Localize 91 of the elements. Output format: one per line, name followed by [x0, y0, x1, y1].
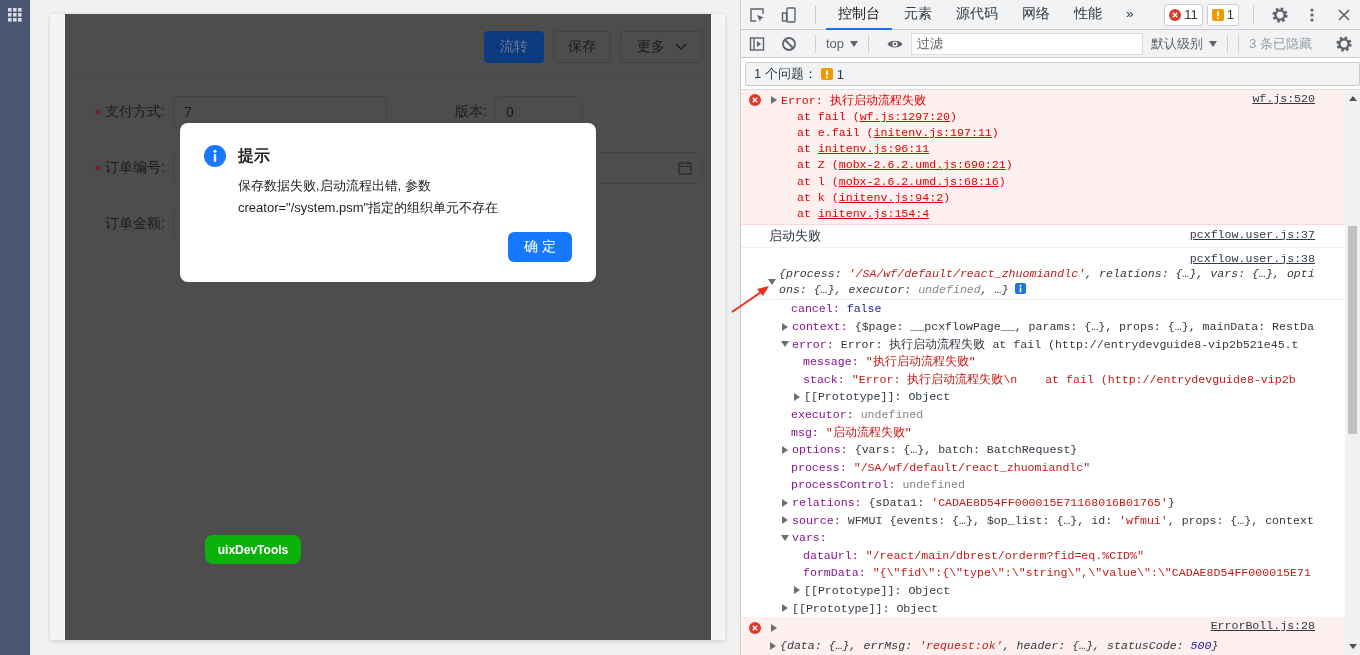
source-link[interactable]: mobx-2.6.2.umd.js:690:21: [838, 158, 1006, 172]
object-property: [[Prototype]]: Object: [804, 390, 951, 404]
object-property: stack: "Error: 执行启动流程失败\n at fail (http://entrydevguide8-vip2b: [803, 371, 1296, 387]
stack-trace-line: at fail (wf.js:1297:20): [797, 109, 958, 123]
object-property: dataUrl: "/react/main/dbrest/orderm?fid=eq.%CID%": [803, 548, 1144, 562]
disclosure-triangle-icon[interactable]: [782, 516, 788, 525]
stack-trace-line: at initenv.js:96:11: [797, 142, 930, 156]
disclosure-triangle-icon[interactable]: [770, 641, 776, 650]
object-property: options: {vars: {…}, batch: BatchRequest}: [792, 443, 1078, 457]
devtools-tab[interactable]: 性能: [1062, 0, 1114, 30]
object-preview: {process: '/SA/wf/default/react_zhuomiandlc', relations: {…}, vars: {…}, options: {…}, executor: undefined, …}: [779, 266, 1315, 299]
stack-trace-line: at k (initenv.js:94:2): [797, 190, 951, 204]
disclosure-triangle-icon[interactable]: [771, 96, 777, 105]
object-property: message: "执行启动流程失败": [803, 354, 976, 370]
ok-button[interactable]: 确 定: [508, 232, 572, 262]
app-grid-icon[interactable]: [8, 8, 22, 22]
error-message: Error: 执行启动流程失败: [781, 92, 926, 108]
more-tabs-button[interactable]: »: [1114, 0, 1146, 30]
object-property: msg: "启动流程失败": [791, 424, 912, 440]
dialog-title: 提示: [238, 145, 270, 166]
object-property: context: {$page: __pcxflowPage__, params: {…}, props: {…}, mainData: RestDa: [792, 320, 1314, 334]
scroll-up-icon: [1348, 96, 1357, 101]
source-link[interactable]: initenv.js:154:4: [817, 206, 930, 220]
context-selector[interactable]: top: [826, 36, 859, 51]
source-link[interactable]: initenv.js:94:2: [838, 190, 944, 204]
log-level-selector[interactable]: 默认级别: [1151, 34, 1218, 53]
source-link[interactable]: mobx-2.6.2.umd.js:68:16: [838, 174, 999, 188]
source-link[interactable]: ErrorBoll.js:28: [1210, 618, 1315, 632]
scroll-down-icon: [1348, 644, 1357, 649]
disclosure-triangle-icon[interactable]: [794, 392, 800, 401]
disclosure-triangle-icon[interactable]: [781, 341, 789, 348]
source-link[interactable]: wf.js:1297:20: [859, 109, 951, 123]
warning-icon: [820, 68, 833, 80]
dialog-message: creator="/system.psm"指定的组织单元不存在: [238, 199, 500, 217]
console-settings-icon[interactable]: [1336, 35, 1352, 52]
calendar-icon: [678, 161, 692, 175]
source-link[interactable]: initenv.js:197:11: [873, 125, 992, 139]
hidden-messages-count: 3 条已隐藏: [1249, 34, 1312, 53]
device-toolbar-icon[interactable]: [781, 6, 797, 23]
stack-trace-line: at e.fail (initenv.js:197:11): [797, 125, 999, 139]
disclosure-triangle-icon[interactable]: [782, 498, 788, 507]
error-icon: [749, 621, 761, 634]
object-property: source: WFMUI {events: {…}, $op_list: {…}, id: 'wfmui', props: {…}, context: [792, 513, 1314, 527]
object-property: [[Prototype]]: Object: [792, 601, 939, 615]
source-link[interactable]: pcxflow.user.js:38: [1189, 251, 1315, 265]
warning-icon: [1211, 8, 1224, 21]
object-preview: {data: {…}, errMsg: 'request:ok', header: {…}, statusCode: 500}: [780, 639, 1219, 653]
object-property: formData: "{\"fid\":{\"type\":\"string\",\"value\":\"CADAE8D54FF000015E71: [803, 566, 1311, 580]
annotation-arrow: [731, 284, 771, 314]
issues-button[interactable]: 1 个问题： 1: [745, 62, 1360, 86]
object-property: [[Prototype]]: Object: [804, 584, 951, 597]
settings-icon[interactable]: [1272, 6, 1288, 23]
object-property: executor: undefined: [791, 408, 924, 422]
object-property: vars:: [792, 531, 827, 545]
close-icon[interactable]: [1336, 6, 1352, 23]
clear-console-icon[interactable]: [781, 35, 797, 52]
filter-field[interactable]: 过滤: [911, 32, 1144, 55]
object-property: relations: {sData1: 'CADAE8D54FF000015E71168016B01765'}: [792, 496, 1175, 509]
object-property: process: "/SA/wf/default/react_zhuomiandlc": [791, 460, 1091, 474]
stack-trace-line: at Z (mobx-2.6.2.umd.js:690:21): [797, 158, 1013, 172]
source-link[interactable]: wf.js:520: [1252, 92, 1315, 105]
disclosure-triangle-icon[interactable]: [794, 586, 800, 595]
object-property: processControl: undefined: [791, 478, 965, 492]
object-property: cancel: false: [791, 302, 882, 316]
sidebar-toggle-icon[interactable]: [749, 35, 765, 52]
object-property: error: Error: 执行启动流程失败 at fail (http://entrydevguide8-vip2b521e45.t: [792, 336, 1299, 352]
source-link[interactable]: initenv.js:96:11: [817, 142, 930, 156]
info-icon: [204, 145, 226, 167]
chevron-down-icon: [675, 43, 687, 51]
error-icon: [749, 94, 761, 107]
error-icon: [1169, 8, 1182, 21]
warning-count-button[interactable]: 1: [1206, 3, 1239, 26]
disclosure-triangle-icon[interactable]: [782, 445, 788, 454]
dropdown-caret-icon: [1209, 40, 1218, 47]
stack-trace-line: at l (mobx-2.6.2.umd.js:68:16): [797, 174, 1006, 188]
devtools-tab[interactable]: 网络: [1010, 0, 1062, 30]
scrollbar-thumb[interactable]: [1348, 226, 1357, 434]
scrollbar[interactable]: [1345, 90, 1360, 655]
disclosure-triangle-icon[interactable]: [781, 534, 789, 541]
disclosure-triangle-icon[interactable]: [782, 322, 788, 331]
devtools-tab[interactable]: 元素: [892, 0, 944, 30]
dropdown-caret-icon: [850, 40, 859, 47]
source-link[interactable]: pcxflow.user.js:37: [1189, 227, 1315, 241]
disclosure-triangle-icon[interactable]: [771, 623, 777, 632]
dialog-message: 保存数据失败,启动流程出错, 参数: [238, 177, 432, 195]
info-badge-icon: [1014, 283, 1026, 295]
inspect-element-icon[interactable]: [749, 6, 765, 23]
error-count-button[interactable]: 11: [1164, 3, 1203, 26]
stack-trace-line: at initenv.js:154:4: [797, 206, 930, 220]
devtools-tab[interactable]: 源代码: [944, 0, 1010, 30]
log-message: 启动失败: [769, 226, 821, 245]
